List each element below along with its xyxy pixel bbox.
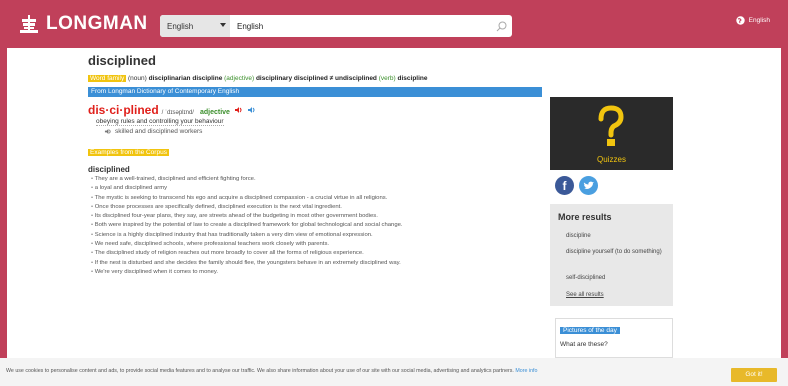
page-title: disciplined [88, 53, 156, 68]
definition-text: obeying rules and controlling your behav… [96, 118, 224, 126]
word-family-tag: Word family [88, 75, 127, 82]
corpus-examples: They are a well-trained, disciplined and… [91, 175, 403, 277]
pictures-tag: Pictures of the day [560, 327, 620, 334]
ship-logo-icon [20, 15, 38, 33]
corpus-example: Its disciplined four-year plans, they sa… [91, 212, 403, 221]
speaker-icon[interactable] [104, 128, 112, 135]
corpus-tag: Examples from the Corpus [88, 149, 169, 156]
search-input[interactable]: English [230, 22, 490, 31]
globe-icon [735, 16, 745, 25]
header: LONGMAN English English English [0, 0, 788, 48]
facebook-icon[interactable]: f [555, 176, 574, 195]
corpus-example: Once those processes are specifically de… [91, 203, 403, 212]
word-family-word[interactable]: discipline [192, 75, 222, 82]
quizzes-label: Quizzes [597, 155, 626, 164]
pictures-question: What are these? [560, 341, 608, 348]
word-family-word[interactable]: disciplinarian [149, 75, 191, 82]
word-family-word[interactable]: disciplined [294, 75, 328, 82]
cookie-banner: We use cookies to personalise content an… [0, 358, 788, 386]
speaker-us-icon[interactable] [247, 106, 256, 114]
see-all-results-link[interactable]: See all results [566, 290, 666, 300]
example-text: skilled and disciplined workers [115, 128, 203, 135]
chevron-down-icon [220, 23, 226, 27]
corpus-headword: disciplined [88, 165, 130, 174]
corpus-example: a loyal and disciplined army [91, 184, 403, 193]
part-of-speech: adjective [199, 109, 230, 116]
corpus-example: Both were inspired by the potential of l… [91, 221, 403, 230]
corpus-example: Science is a highly disciplined industry… [91, 231, 403, 240]
left-border [0, 48, 7, 358]
corpus-example: The mystic is seeking to transcend his e… [91, 194, 403, 203]
more-info-link[interactable]: More info [515, 368, 537, 374]
language-label: English [748, 17, 770, 24]
question-mark-icon [598, 105, 624, 146]
search-icon [496, 21, 506, 31]
entry-headword: dis·ci·plined [88, 103, 159, 117]
word-family-pos: (noun) [128, 75, 147, 82]
more-results-title: More results [558, 212, 612, 222]
logo-text: LONGMAN [46, 13, 148, 34]
pictures-of-the-day[interactable]: Pictures of the day What are these? [555, 318, 673, 358]
dictionary-select[interactable]: English [160, 15, 230, 37]
more-result-link[interactable]: discipline [566, 231, 666, 241]
bird-icon [583, 181, 594, 189]
pronunciation: / ˈdɪsəplɪnd/ [161, 110, 194, 116]
dictionary-source-bar: From Longman Dictionary of Contemporary … [88, 87, 542, 97]
word-family-pos: (adjective) [224, 75, 255, 82]
more-result-link[interactable]: discipline yourself (to do something) [566, 247, 666, 257]
language-selector[interactable]: English [735, 16, 770, 25]
word-family-word[interactable]: ≠ undisciplined [330, 75, 377, 82]
got-it-button[interactable]: Got it! [731, 368, 777, 382]
corpus-example: We need safe, disciplined schools, where… [91, 240, 403, 249]
definition: obeying rules and controlling your behav… [96, 118, 224, 126]
longman-logo[interactable]: LONGMAN [18, 13, 148, 35]
social-links: f [555, 176, 598, 195]
corpus-example: If the nest is disturbed and she decides… [91, 259, 403, 268]
more-result-link[interactable]: self-disciplined [566, 273, 666, 283]
search-bar: English English [160, 15, 512, 37]
word-family: Word family (noun) disciplinarian discip… [88, 75, 428, 82]
dictionary-select-value: English [167, 21, 194, 31]
twitter-icon[interactable] [579, 176, 598, 195]
corpus-example: They are a well-trained, disciplined and… [91, 175, 403, 184]
more-results-panel: More results discipline discipline yours… [550, 204, 673, 306]
right-border [781, 48, 788, 358]
word-family-pos: (verb) [378, 75, 396, 82]
corpus-example: The disciplined study of religion reache… [91, 249, 403, 258]
search-button[interactable] [490, 15, 512, 37]
cookie-message: We use cookies to personalise content an… [6, 368, 514, 374]
example: skilled and disciplined workers [104, 128, 202, 135]
quizzes-tile[interactable]: Quizzes [550, 97, 673, 170]
entry-header: dis·ci·plined / ˈdɪsəplɪnd/ adjective [88, 103, 256, 117]
speaker-uk-icon[interactable] [234, 106, 243, 114]
corpus-example: We're very disciplined when it comes to … [91, 268, 403, 277]
cookie-text: We use cookies to personalise content an… [6, 368, 537, 374]
word-family-word[interactable]: discipline [398, 75, 428, 82]
word-family-word[interactable]: disciplinary [256, 75, 292, 82]
